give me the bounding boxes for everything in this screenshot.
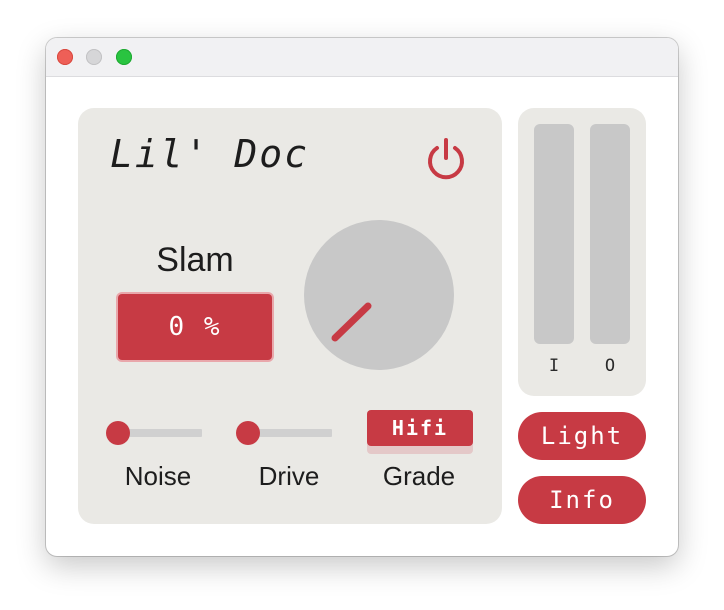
grade-toggle-button[interactable]: Hifi bbox=[367, 410, 473, 446]
noise-slider-thumb[interactable] bbox=[106, 421, 130, 445]
light-mode-button[interactable]: Light bbox=[518, 412, 646, 460]
input-meter-label: I bbox=[548, 356, 560, 376]
noise-slider-track bbox=[118, 429, 202, 437]
slam-value-display[interactable]: 0 % bbox=[118, 294, 272, 360]
slam-knob[interactable] bbox=[304, 220, 454, 370]
drive-label: Drive bbox=[258, 461, 320, 491]
main-panel: Lil' Doc Slam 0 % Hifi Noise Drive Grade bbox=[78, 108, 502, 524]
drive-slider-track bbox=[248, 429, 332, 437]
zoom-window-button[interactable] bbox=[116, 49, 132, 65]
minimize-window-button[interactable] bbox=[86, 49, 102, 65]
meter-panel: I O bbox=[518, 108, 646, 396]
noise-slider[interactable] bbox=[106, 420, 202, 446]
knob-indicator bbox=[331, 302, 372, 342]
drive-slider[interactable] bbox=[236, 420, 332, 446]
plugin-window: Lil' Doc Slam 0 % Hifi Noise Drive Grade bbox=[46, 38, 678, 556]
noise-label: Noise bbox=[124, 461, 192, 491]
power-icon bbox=[428, 138, 464, 180]
output-meter-label: O bbox=[604, 356, 616, 376]
output-meter bbox=[590, 124, 630, 344]
slam-label: Slam bbox=[156, 241, 234, 279]
power-button[interactable] bbox=[424, 136, 468, 180]
close-window-button[interactable] bbox=[57, 49, 73, 65]
plugin-title: Lil' Doc bbox=[110, 132, 310, 176]
input-meter bbox=[534, 124, 574, 344]
title-bar bbox=[46, 38, 678, 77]
drive-slider-thumb[interactable] bbox=[236, 421, 260, 445]
info-button[interactable]: Info bbox=[518, 476, 646, 524]
grade-label: Grade bbox=[382, 461, 456, 491]
